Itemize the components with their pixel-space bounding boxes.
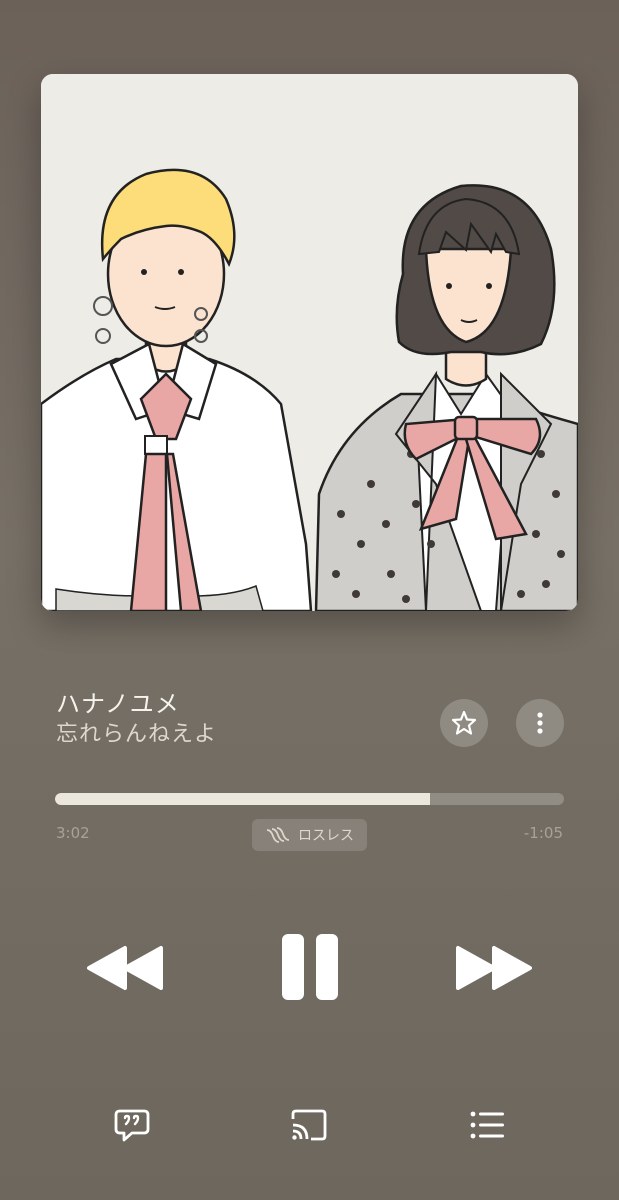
queue-button[interactable]	[467, 1105, 507, 1145]
progress-fill	[55, 793, 430, 805]
next-button[interactable]	[454, 944, 534, 992]
previous-button[interactable]	[85, 944, 165, 992]
favorite-button[interactable]	[440, 699, 488, 747]
pause-icon	[282, 934, 338, 1000]
track-title: ハナノユメ	[56, 690, 180, 718]
lyrics-bubble-icon	[114, 1109, 150, 1142]
cast-icon	[291, 1109, 327, 1141]
queue-list-icon	[470, 1111, 504, 1139]
lyrics-button[interactable]	[112, 1105, 152, 1145]
elapsed-time: 3:02	[56, 824, 90, 842]
lossless-label: ロスレス	[298, 828, 354, 844]
progress-bar[interactable]	[55, 793, 564, 805]
album-artwork	[41, 74, 578, 611]
rewind-icon	[87, 946, 163, 990]
play-pause-button[interactable]	[280, 932, 340, 1002]
remaining-time: -1:05	[523, 824, 563, 842]
cast-button[interactable]	[289, 1105, 329, 1145]
track-artist[interactable]: 忘れらんねえよ	[56, 720, 416, 750]
more-vertical-icon	[537, 712, 543, 734]
fast-forward-icon	[456, 946, 532, 990]
more-button[interactable]	[516, 699, 564, 747]
star-outline-icon	[451, 710, 477, 735]
lossless-badge[interactable]: ロスレス	[252, 819, 367, 851]
lossless-wave-icon	[266, 827, 290, 843]
track-info: ハナノユメ 忘れらんねえよ	[56, 688, 416, 750]
